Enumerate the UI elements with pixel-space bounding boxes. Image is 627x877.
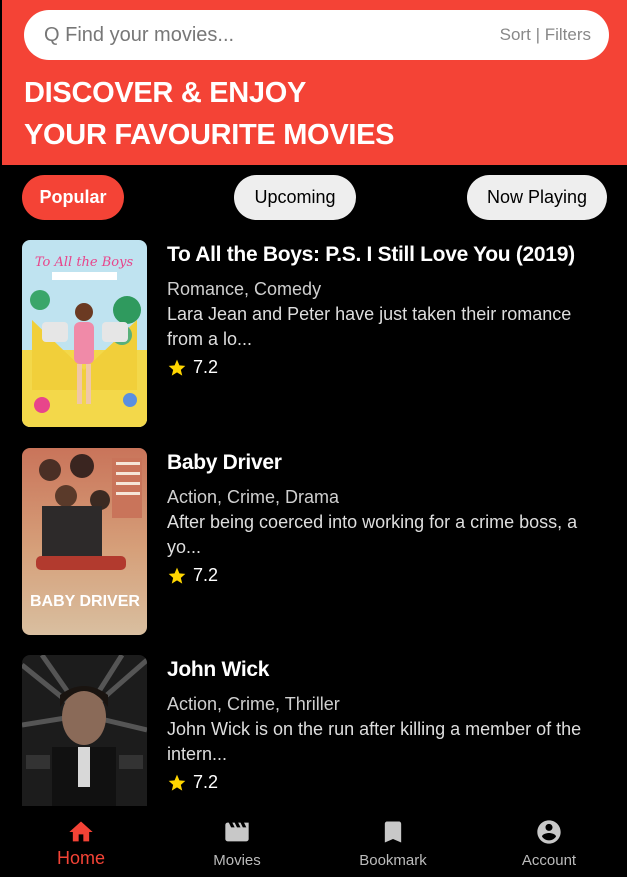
filters-button[interactable]: Filters: [545, 25, 591, 44]
hero-line-1: DISCOVER & ENJOY: [24, 77, 307, 109]
sort-button[interactable]: Sort: [500, 25, 531, 44]
movie-overview: Lara Jean and Peter have just taken thei…: [167, 304, 572, 349]
nav-movies-label: Movies: [213, 852, 261, 869]
star-icon: [168, 567, 186, 584]
movie-info: To All the Boys: P.S. I Still Love You (…: [167, 240, 607, 378]
movie-card[interactable]: John Wick Action, Crime, Thriller John W…: [22, 655, 607, 807]
poster-title-text: BABY DRIVER: [30, 593, 140, 610]
movie-title[interactable]: John Wick: [167, 656, 607, 684]
app-header: Sort | Filters DISCOVER & ENJOY YOUR FAV…: [2, 0, 627, 165]
movie-overview: John Wick is on the run after killing a …: [167, 719, 582, 764]
movie-card[interactable]: To All the Boys To All the Boys: P.S. I …: [22, 240, 607, 428]
bookmark-icon: [384, 821, 402, 843]
hero-line-2: YOUR FAVOURITE MOVIES: [24, 119, 395, 151]
poster-john-wick: [22, 655, 147, 807]
rating-value: 7.2: [193, 357, 219, 377]
hero-heading: DISCOVER & ENJOY YOUR FAVOURITE MOVIES: [24, 72, 395, 156]
movie-info: Baby Driver Action, Crime, Drama After b…: [167, 448, 607, 586]
movie-genres: Action, Crime, Thriller: [167, 694, 340, 714]
movie-overview: After being coerced into working for a c…: [167, 512, 578, 557]
movie-title[interactable]: To All the Boys: P.S. I Still Love You (…: [167, 241, 607, 269]
movie-poster[interactable]: BABY DRIVER: [22, 448, 147, 635]
star-icon: [168, 774, 186, 791]
sort-filter-separator: |: [535, 25, 540, 44]
search-bar[interactable]: Sort | Filters: [24, 10, 609, 60]
movie-clapper-icon: [225, 822, 249, 842]
account-circle-icon: [537, 820, 561, 844]
poster-title-text: To All the Boys: [35, 255, 134, 270]
sort-filter-controls: Sort | Filters: [500, 25, 591, 45]
movie-info: John Wick Action, Crime, Thriller John W…: [167, 655, 607, 793]
movie-genres: Romance, Comedy: [167, 279, 322, 299]
poster-to-all-the-boys: To All the Boys: [22, 240, 147, 427]
movie-card[interactable]: BABY DRIVER Baby Driver Action, Crime, D…: [22, 448, 607, 636]
nav-bookmark[interactable]: Bookmark: [315, 806, 471, 877]
home-icon: [69, 821, 93, 842]
rating-value: 7.2: [193, 772, 219, 792]
tab-now-playing[interactable]: Now Playing: [467, 175, 607, 220]
movie-title[interactable]: Baby Driver: [167, 449, 607, 477]
nav-account-label: Account: [521, 852, 577, 869]
movie-rating: 7.2: [167, 357, 607, 378]
tab-upcoming[interactable]: Upcoming: [234, 175, 356, 220]
nav-home-label: Home: [56, 848, 105, 868]
nav-movies[interactable]: Movies: [159, 806, 315, 877]
nav-bookmark-label: Bookmark: [359, 852, 427, 869]
rating-value: 7.2: [193, 565, 219, 585]
movie-poster[interactable]: [22, 655, 147, 807]
star-icon: [168, 359, 186, 376]
search-input[interactable]: [44, 23, 500, 47]
category-tabs: Popular Upcoming Now Playing: [22, 175, 607, 220]
tab-popular[interactable]: Popular: [22, 175, 124, 220]
movie-poster[interactable]: To All the Boys: [22, 240, 147, 427]
movie-rating: 7.2: [167, 565, 607, 586]
poster-baby-driver: BABY DRIVER: [22, 448, 147, 635]
bottom-navigation: Home Movies Bookmark Account: [2, 806, 627, 877]
nav-home[interactable]: Home: [3, 806, 159, 877]
movie-rating: 7.2: [167, 772, 607, 793]
movie-genres: Action, Crime, Drama: [167, 487, 340, 507]
nav-account[interactable]: Account: [471, 806, 627, 877]
